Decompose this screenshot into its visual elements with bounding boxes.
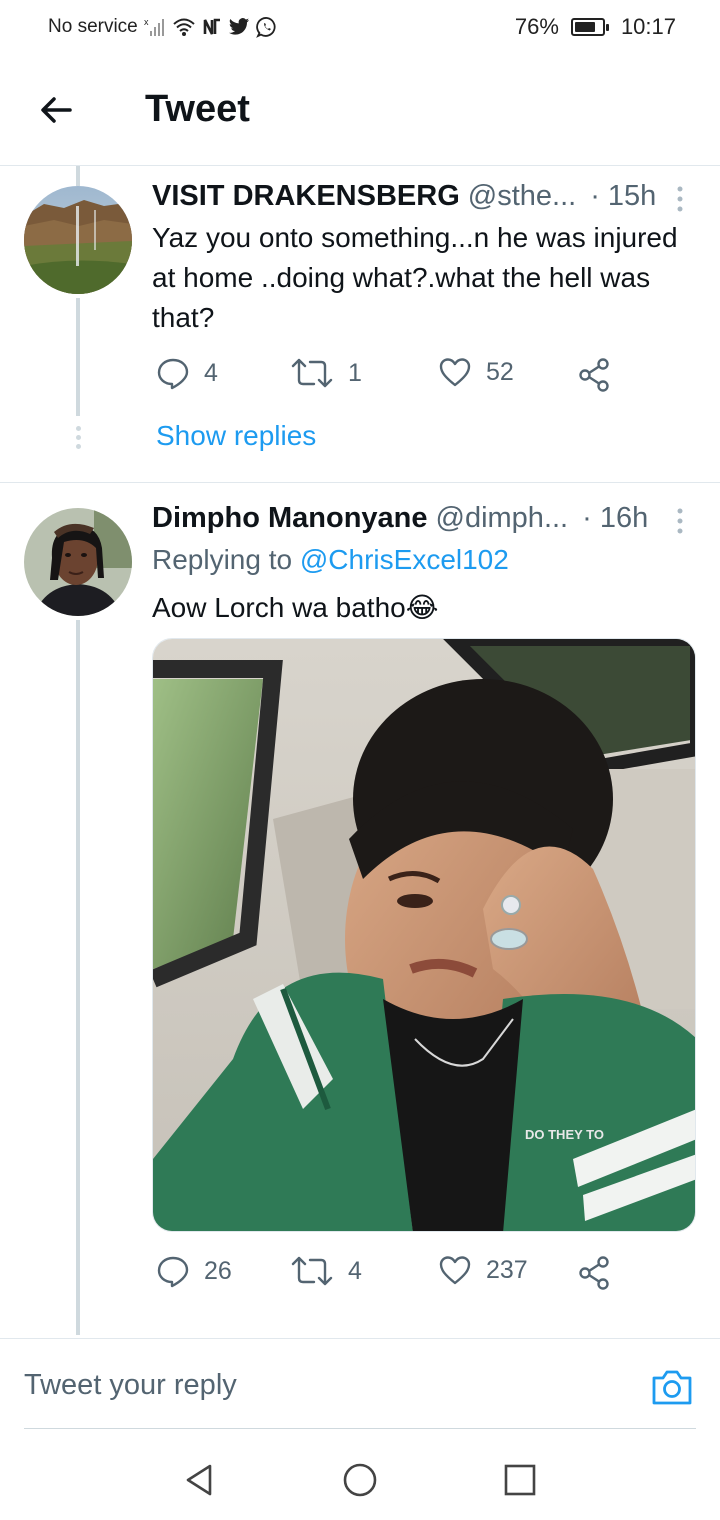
avatar[interactable] (24, 508, 132, 616)
retweet-button[interactable]: 4 (290, 1254, 362, 1288)
back-triangle-icon[interactable] (182, 1462, 218, 1498)
system-nav-bar (0, 1440, 720, 1520)
like-button[interactable]: 237 (438, 1254, 528, 1286)
mention-link[interactable]: @ChrisExcel102 (300, 544, 509, 575)
laughing-emoji-icon: 😂 (405, 592, 439, 623)
reply-composer: Tweet your reply (0, 1338, 720, 1430)
reply-count: 26 (204, 1256, 232, 1285)
reply-button[interactable]: 4 (156, 356, 218, 390)
tweet-header: Dimpho Manonyane @dimph... · 16h (152, 502, 690, 535)
tweet-header: VISIT DRAKENSBERG @sthe... · 15h (152, 180, 690, 213)
reply-icon (157, 1256, 189, 1288)
display-name[interactable]: Dimpho Manonyane (152, 502, 428, 535)
tweet-time: · 15h (590, 180, 657, 212)
heart-icon (439, 1256, 471, 1285)
status-left: No service x (48, 16, 278, 38)
user-handle[interactable]: @sthe... (468, 180, 576, 213)
tweet-actions: 26 4 237 (152, 1254, 622, 1294)
battery-icon (570, 18, 609, 36)
thread-dots (74, 426, 82, 453)
retweet-icon (291, 1256, 333, 1286)
photo-woman-in-car: DO THEY TO (153, 639, 695, 1231)
divider (0, 482, 720, 483)
avatar-dimpho-image (24, 508, 132, 616)
page-title: Tweet (145, 88, 250, 130)
more-options-icon[interactable] (670, 184, 690, 214)
thread-line (76, 620, 80, 1335)
avatar[interactable] (24, 186, 132, 294)
thread-line (76, 298, 80, 416)
share-icon[interactable] (578, 358, 610, 392)
twitter-icon (228, 18, 249, 35)
battery-fill (574, 22, 595, 32)
retweet-count: 1 (348, 358, 362, 387)
svg-text:x: x (144, 17, 149, 27)
tweet-text-content: Aow Lorch wa batho (152, 592, 406, 623)
nfc-icon (203, 18, 220, 35)
retweet-count: 4 (348, 1256, 362, 1285)
retweet-button[interactable]: 1 (290, 356, 362, 390)
battery-percent: 76% (514, 14, 559, 39)
wifi-icon (173, 18, 195, 36)
tweet-text: Yaz you onto something...n he was injure… (152, 222, 678, 333)
tweet-media-image[interactable]: DO THEY TO (152, 638, 696, 1232)
like-button[interactable]: 52 (438, 356, 514, 388)
camera-icon[interactable] (650, 1367, 694, 1407)
tweet-time: · 16h (582, 502, 649, 534)
reply-underline (24, 1428, 696, 1429)
like-count: 52 (486, 357, 514, 386)
display-name[interactable]: VISIT DRAKENSBERG (152, 180, 460, 213)
reply-count: 4 (204, 358, 218, 387)
like-count: 237 (486, 1255, 528, 1284)
clock: 10:17 (620, 14, 676, 39)
tweet-text: Aow Lorch wa batho😂 (152, 588, 684, 628)
header: Tweet (0, 56, 720, 166)
replying-to-prefix: Replying to (152, 544, 293, 575)
retweet-icon (291, 358, 333, 388)
status-right: 76% 10:17 (515, 14, 676, 40)
heart-icon (439, 358, 471, 387)
arrow-left-icon[interactable] (36, 90, 76, 130)
whatsapp-icon (255, 17, 276, 38)
jacket-text: DO THEY TO (525, 1127, 604, 1142)
thread-line-top (76, 166, 80, 186)
user-handle[interactable]: @dimph... (436, 502, 569, 535)
signal-icon: x (144, 17, 164, 36)
replying-to: Replying to @ChrisExcel102 (152, 544, 509, 576)
reply-icon (157, 358, 189, 390)
carrier-label: No service (48, 16, 138, 37)
avatar-drakensberg-image (24, 186, 132, 294)
status-bar: No service x 76% 10:17 (0, 0, 720, 56)
recents-square-icon[interactable] (502, 1462, 538, 1498)
share-icon[interactable] (578, 1256, 610, 1290)
home-circle-icon[interactable] (342, 1462, 378, 1498)
more-options-icon[interactable] (670, 506, 690, 536)
tweet-actions: 4 1 52 (152, 356, 622, 396)
show-replies-link[interactable]: Show replies (156, 420, 316, 452)
reply-button[interactable]: 26 (156, 1254, 232, 1288)
reply-input[interactable]: Tweet your reply (24, 1369, 237, 1402)
